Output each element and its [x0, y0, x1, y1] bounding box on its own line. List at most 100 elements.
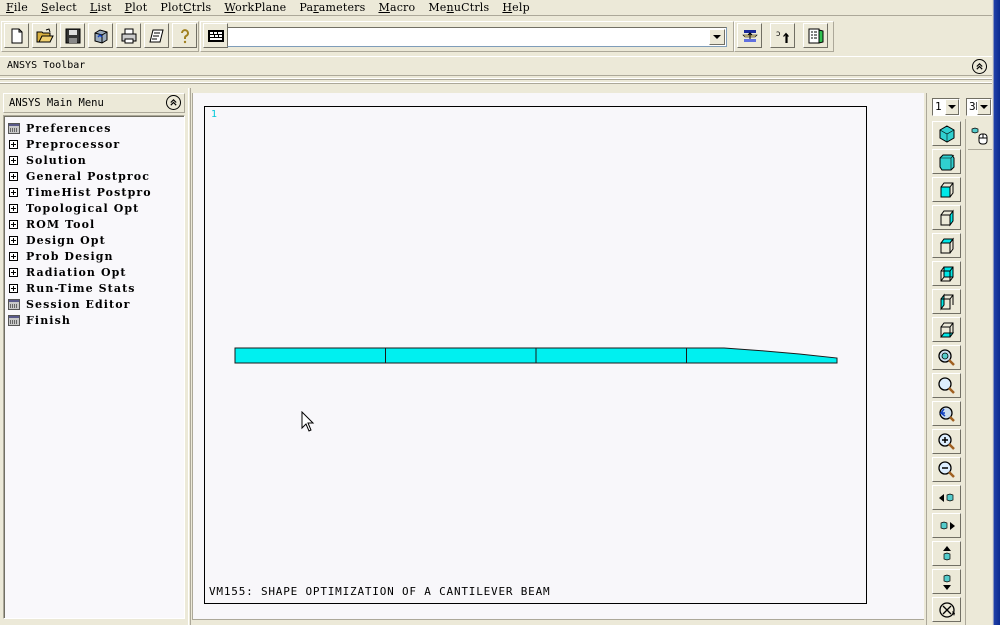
save-disk-icon — [65, 28, 80, 43]
ansys-toolbar-label: ANSYS Toolbar — [7, 60, 86, 71]
chevron-down-icon — [713, 35, 721, 39]
menu-macro[interactable]: Macro — [378, 1, 415, 14]
zoom-back-button[interactable] — [932, 401, 961, 426]
help-button[interactable] — [172, 23, 197, 48]
graphics-window[interactable]: 1 VM155: SHAPE OPTIMIZATION OF A CANTILE… — [204, 106, 867, 604]
isometric-cube-icon — [939, 124, 954, 143]
toolbar-separator — [0, 78, 992, 88]
expand-plus-icon — [7, 138, 20, 151]
expand-plus-icon — [7, 170, 20, 183]
report-button[interactable] — [144, 23, 169, 48]
menu-plot[interactable]: Plot — [125, 1, 148, 14]
menu-parameters[interactable]: Parameters — [299, 1, 365, 14]
new-file-button[interactable] — [4, 23, 29, 48]
main-menu-item-radiation-opt[interactable]: Radiation Opt — [7, 264, 127, 280]
main-menu-item-label: Preprocessor — [26, 137, 121, 151]
menu-bar: File Select List Plot PlotCtrls WorkPlane Para… — [0, 0, 992, 16]
mouse-cursor-icon — [301, 411, 315, 432]
contact-manager-icon — [808, 28, 823, 44]
raise-hidden-button[interactable] — [737, 23, 762, 48]
question-icon — [180, 28, 189, 43]
main-menu-item-label: Run-Time Stats — [26, 281, 136, 295]
main-menu-item-preprocessor[interactable]: Preprocessor — [7, 136, 120, 152]
ansys-toolbar-collapse-button[interactable] — [972, 59, 987, 74]
expand-plus-icon — [7, 234, 20, 247]
fit-view-button[interactable] — [932, 345, 961, 370]
zoom-out-icon — [937, 460, 955, 478]
menu-list[interactable]: List — [90, 1, 112, 14]
main-menu-title: ANSYS Main Menu — [9, 97, 104, 109]
pan-left-button[interactable] — [932, 485, 961, 510]
zoom-out-button[interactable] — [932, 457, 961, 482]
zoom-button[interactable] — [932, 373, 961, 398]
menu-menuctrls[interactable]: MenuCtrls — [428, 1, 489, 14]
view-mode-select[interactable]: 3D — [966, 98, 992, 116]
save-button[interactable] — [60, 23, 85, 48]
pan-up-button[interactable] — [932, 541, 961, 566]
print-button[interactable] — [116, 23, 141, 48]
back-view-button[interactable] — [932, 261, 961, 286]
panel-splitter[interactable] — [188, 88, 191, 625]
window-number-select[interactable]: 1 — [932, 98, 960, 116]
main-menu-collapse-button[interactable] — [166, 95, 181, 110]
main-menu-item-run-time-stats[interactable]: Run-Time Stats — [7, 280, 136, 296]
main-menu-item-solution[interactable]: Solution — [7, 152, 87, 168]
main-menu-item-general-postproc[interactable]: General Postproc — [7, 168, 150, 184]
window-number-select-value: 1 — [935, 100, 942, 113]
bottom-cube-icon — [939, 322, 954, 337]
standard-toolbar: ↄ — [0, 20, 992, 54]
main-menu-item-finish[interactable]: Finish — [7, 312, 71, 328]
double-chevron-up-icon — [976, 62, 983, 70]
menu-file[interactable]: File — [6, 1, 28, 14]
main-menu-item-topological-opt[interactable]: Topological Opt — [7, 200, 139, 216]
main-menu-item-session-editor[interactable]: Session Editor — [7, 296, 131, 312]
main-menu-item-design-opt[interactable]: Design Opt — [7, 232, 106, 248]
chevron-down-icon — [977, 99, 991, 115]
dynamic-rotate-button[interactable] — [932, 597, 961, 622]
reset-picking-icon: ↄ — [776, 29, 789, 43]
left-view-button[interactable] — [932, 289, 961, 314]
open-file-button[interactable] — [32, 23, 57, 48]
pan-left-icon — [938, 493, 953, 502]
isometric-view-button[interactable] — [932, 121, 961, 146]
pan-up-icon — [942, 545, 951, 560]
reset-picking-button[interactable]: ↄ — [770, 23, 795, 48]
menu-workplane[interactable]: WorkPlane — [224, 1, 286, 14]
menu-plotctrls[interactable]: PlotCtrls — [160, 1, 211, 14]
pan-zoom-rotate-dialog-button[interactable] — [968, 122, 992, 150]
bottom-view-button[interactable] — [932, 317, 961, 342]
top-cube-icon — [939, 237, 954, 253]
svg-text:ↄ: ↄ — [776, 29, 780, 38]
main-menu-item-preferences[interactable]: Preferences — [7, 120, 112, 136]
double-chevron-up-icon — [170, 98, 177, 106]
chevron-down-icon — [945, 99, 959, 115]
zoom-in-button[interactable] — [932, 429, 961, 454]
front-view-button[interactable] — [932, 177, 961, 202]
command-prompt-button[interactable] — [203, 23, 228, 48]
main-menu-item-label: Session Editor — [26, 297, 131, 311]
printer-icon — [121, 28, 136, 43]
pan-right-button[interactable] — [932, 513, 961, 538]
command-history-dropdown[interactable] — [709, 29, 725, 45]
menu-select[interactable]: Select — [41, 1, 77, 14]
new-file-icon — [11, 28, 22, 43]
pan-down-button[interactable] — [932, 569, 961, 594]
oblique-view-button[interactable] — [932, 149, 961, 174]
keyboard-icon — [207, 29, 224, 42]
menu-help[interactable]: Help — [502, 1, 529, 14]
main-menu-item-prob-design[interactable]: Prob Design — [7, 248, 114, 264]
command-input[interactable] — [227, 27, 727, 47]
graphics-bottom-bar — [192, 619, 924, 625]
open-folder-icon — [36, 27, 54, 42]
expand-plus-icon — [7, 202, 20, 215]
fit-zoom-icon — [937, 348, 955, 366]
main-menu-item-label: Finish — [26, 313, 71, 327]
front-cube-icon — [940, 182, 953, 197]
main-menu-item-timehist-postpro[interactable]: TimeHist Postpro — [7, 184, 152, 200]
right-view-button[interactable] — [932, 205, 961, 230]
pan-zoom-rotate-button[interactable] — [88, 23, 113, 48]
main-menu-item-rom-tool[interactable]: ROM Tool — [7, 216, 95, 232]
contact-manager-button[interactable] — [803, 23, 828, 48]
top-view-button[interactable] — [932, 233, 961, 258]
main-menu-item-label: General Postproc — [26, 169, 151, 183]
